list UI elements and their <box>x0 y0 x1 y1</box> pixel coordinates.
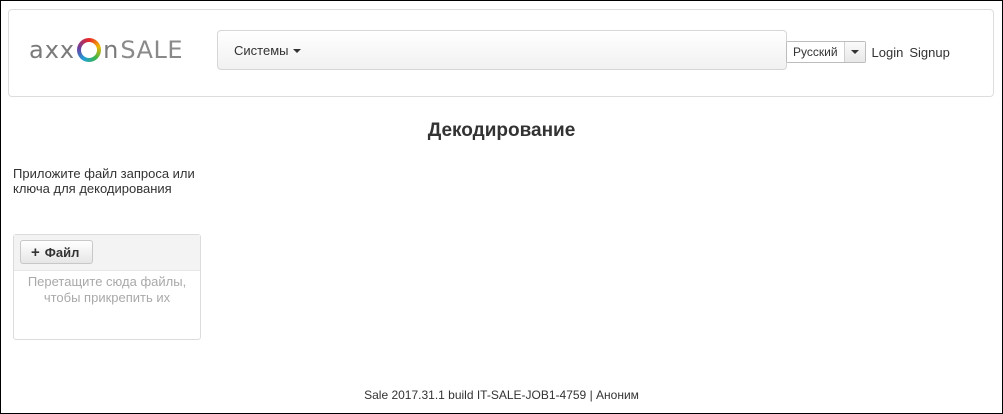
plus-icon: + <box>31 243 40 261</box>
logo-text-prefix: axx <box>29 36 76 64</box>
language-value: Русский <box>787 42 845 62</box>
logo-text-sale: SALE <box>120 36 183 64</box>
systems-menu-label: Системы <box>234 42 289 58</box>
login-link[interactable]: Login <box>872 45 904 60</box>
attach-instructions: Приложите файл запроса или ключа для дек… <box>13 166 195 196</box>
caret-down-icon <box>850 50 859 54</box>
nav-menu-bar: Системы <box>217 30 787 70</box>
footer: Sale 2017.31.1 build IT-SALE-JOB1-4759 |… <box>364 388 639 402</box>
add-file-button-label: Файл <box>44 244 80 260</box>
language-dropdown-button[interactable] <box>844 42 865 62</box>
navbar: axx n SALE Системы Русский Login Signup <box>8 9 994 97</box>
language-and-auth: Русский Login Signup <box>786 40 950 64</box>
language-select[interactable]: Русский <box>786 41 866 63</box>
caret-down-icon <box>293 49 302 54</box>
logo-text-n: n <box>103 36 119 64</box>
drop-hint: Перетащите сюда файлы, чтобы прикрепить … <box>27 274 187 305</box>
logo-ring-icon <box>77 38 102 62</box>
signup-link[interactable]: Signup <box>909 45 949 60</box>
logo[interactable]: axx n SALE <box>29 32 183 68</box>
file-dropzone[interactable]: + Файл Перетащите сюда файлы, чтобы прик… <box>13 234 201 340</box>
add-file-button[interactable]: + Файл <box>20 240 94 264</box>
page-title: Декодирование <box>427 120 576 141</box>
systems-menu[interactable]: Системы <box>234 42 302 58</box>
dropzone-toolbar: + Файл <box>14 235 200 271</box>
